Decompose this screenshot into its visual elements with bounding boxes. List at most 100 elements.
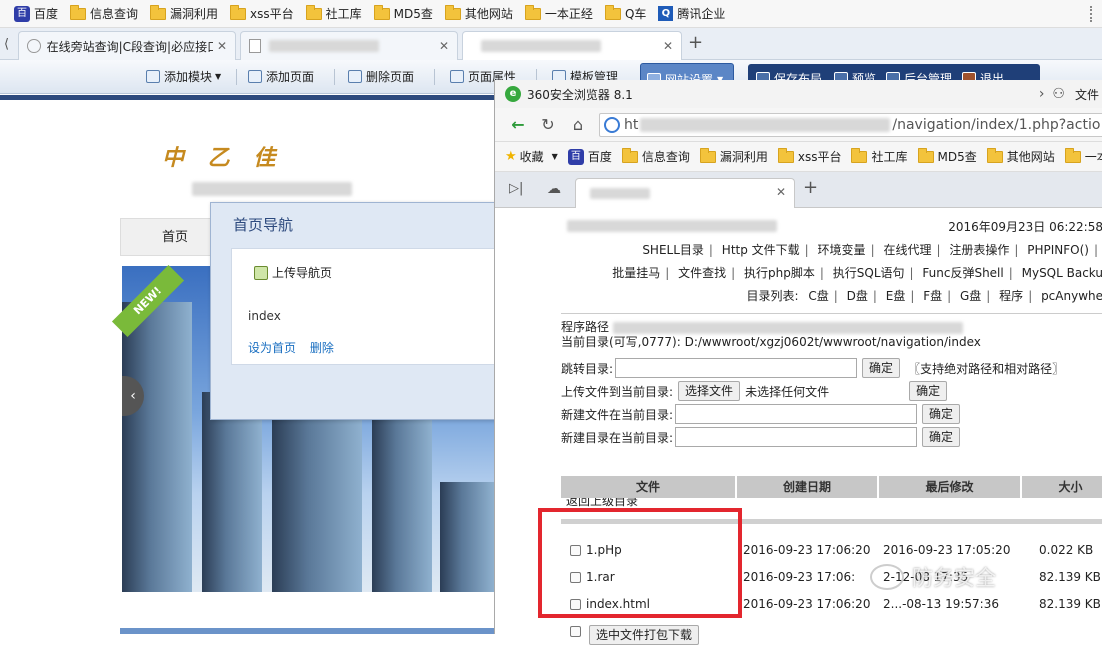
dialog-title: 首页导航 xyxy=(233,216,294,234)
url-input[interactable]: ht /navigation/index/1.php?actio xyxy=(599,113,1102,137)
col-header-created[interactable]: 创建日期 xyxy=(737,476,879,498)
menu-reverse-shell[interactable]: Func反弹Shell xyxy=(922,266,1003,280)
add-module-button[interactable]: 添加模块 ▼ xyxy=(146,68,221,85)
jump-confirm-button[interactable]: 确定 xyxy=(862,358,901,378)
folder-icon xyxy=(70,4,87,20)
shell-menu-row-1: SHELL目录 | Http 文件下载 | 环境变量 | 在线代理 | 注册表操作 | P… xyxy=(642,243,1098,257)
bookmark-md5[interactable]: MD5查 xyxy=(917,147,977,165)
col-header-file[interactable]: 文件 xyxy=(561,476,737,498)
bookmark-yibenzheng[interactable]: 一本正 xyxy=(1064,147,1102,165)
drive-list-label: 目录列表: xyxy=(746,289,799,303)
menu-http-download[interactable]: Http 文件下载 xyxy=(722,243,800,257)
menu-shell-dir[interactable]: SHELL目录 xyxy=(642,243,704,257)
close-icon[interactable]: ✕ xyxy=(217,39,227,53)
add-page-icon xyxy=(248,70,262,83)
upload-icon xyxy=(254,265,268,280)
bookmark-tencent[interactable]: Q 腾讯企业 xyxy=(658,5,725,22)
menu-batch-trojan[interactable]: 批量挂马 xyxy=(612,266,660,280)
bookmark-info-query[interactable]: 信息查询 xyxy=(70,4,138,22)
drive-g-link[interactable]: G盘 xyxy=(960,289,981,303)
drive-e-link[interactable]: E盘 xyxy=(886,289,906,303)
folder-icon xyxy=(986,147,1003,163)
tab-side-site-query[interactable]: 在线旁站查询|C段查询|必应接口 ✕ xyxy=(18,31,236,60)
file-menu[interactable]: 文件 xyxy=(1075,86,1099,103)
bookmark-md5[interactable]: MD5查 xyxy=(373,4,433,22)
browser-360-logo-icon: e xyxy=(505,86,521,102)
bookmark-sgk[interactable]: 社工库 xyxy=(305,4,362,22)
bookmark-xss[interactable]: xss平台 xyxy=(777,147,841,165)
new-tab-button[interactable]: + xyxy=(688,32,703,53)
new-file-confirm-button[interactable]: 确定 xyxy=(922,404,961,424)
menu-mysql-backup[interactable]: MySQL Backu xyxy=(1022,266,1102,280)
bookmark-other-sites[interactable]: 其他网站 xyxy=(444,4,513,22)
highlight-annotation-box xyxy=(538,508,742,618)
blurred-header-text xyxy=(567,220,777,232)
delete-link[interactable]: 删除 xyxy=(310,341,334,355)
bookmark-baidu[interactable]: 百百度 xyxy=(14,5,58,22)
bookmark-other-sites[interactable]: 其他网站 xyxy=(986,147,1055,165)
menu-phpinfo[interactable]: PHPINFO() xyxy=(1027,243,1089,257)
back-arrow-icon[interactable]: ← xyxy=(507,114,529,136)
delete-page-button[interactable]: 删除页面 xyxy=(348,68,414,85)
tab-scroll-left-icon[interactable]: ⟨ xyxy=(4,37,9,52)
menu-file-search[interactable]: 文件查找 xyxy=(678,266,726,280)
star-icon: ★ xyxy=(505,149,517,164)
bookmark-baidu[interactable]: 百百度 xyxy=(567,148,612,165)
menu-online-proxy[interactable]: 在线代理 xyxy=(883,243,931,257)
jump-dir-row: 跳转目录: 确定 〖支持绝对路径和相对路径〗 xyxy=(561,358,1064,378)
menu-exec-php[interactable]: 执行php脚本 xyxy=(744,266,815,280)
choose-file-button[interactable]: 选择文件 xyxy=(678,381,741,401)
favorites-button[interactable]: ★ 收藏 ▼ xyxy=(505,148,558,165)
upload-nav-page-link[interactable]: 上传导航页 xyxy=(254,264,332,281)
chevron-right-icon[interactable]: › xyxy=(1039,86,1045,102)
select-all-checkbox[interactable] xyxy=(570,626,581,637)
folder-icon xyxy=(150,4,167,20)
new-dir-input[interactable] xyxy=(675,427,918,447)
col-header-size[interactable]: 大小 xyxy=(1022,476,1102,498)
bookmark-info-query[interactable]: 信息查询 xyxy=(621,147,690,165)
drive-f-link[interactable]: F盘 xyxy=(923,289,942,303)
folder-icon xyxy=(777,147,794,163)
close-icon[interactable]: ✕ xyxy=(776,185,786,199)
bookmark-exploit[interactable]: 漏洞利用 xyxy=(699,147,768,165)
bookmark-qche[interactable]: Q车 xyxy=(604,4,646,22)
program-dir-link[interactable]: 程序 xyxy=(999,289,1023,303)
bookmark-yibenzhengjing[interactable]: 一本正经 xyxy=(524,4,593,22)
new-tab-button[interactable]: + xyxy=(803,177,818,198)
bookmark-sgk[interactable]: 社工库 xyxy=(851,147,908,165)
file-created: 2016-09-23 17:06: xyxy=(743,570,856,584)
refresh-icon[interactable]: ↻ xyxy=(537,114,559,136)
site-bottom-strip xyxy=(120,628,494,634)
inner-active-tab[interactable]: ✕ xyxy=(575,178,795,208)
pcanywhere-link[interactable]: pcAnywhe xyxy=(1041,289,1102,303)
jump-dir-input[interactable] xyxy=(615,358,858,378)
home-icon[interactable]: ⌂ xyxy=(567,114,589,136)
toolbar-divider xyxy=(236,69,237,85)
site-logo: 中 乙 佳 xyxy=(162,145,284,171)
drive-d-link[interactable]: D盘 xyxy=(847,289,868,303)
close-icon[interactable]: ✕ xyxy=(663,39,673,53)
set-home-link[interactable]: 设为首页 xyxy=(248,341,296,355)
col-header-modified[interactable]: 最后修改 xyxy=(879,476,1022,498)
tab-blurred-1[interactable]: ✕ xyxy=(240,31,458,60)
path-info: 程序路径 当前目录(可写,0777): D:/wwwroot/xgzj0602t… xyxy=(561,320,1102,350)
cloud-icon[interactable]: ☁ xyxy=(547,181,561,197)
file-created: 2016-09-23 17:06:20 xyxy=(743,543,871,557)
nav-page-item: index xyxy=(248,309,281,323)
tab-blurred-2[interactable]: ✕ xyxy=(462,31,682,60)
bookmark-exploit[interactable]: 漏洞利用 xyxy=(150,4,218,22)
new-dir-confirm-button[interactable]: 确定 xyxy=(922,427,961,447)
bookmark-xss[interactable]: xss平台 xyxy=(230,4,294,22)
overflow-menu-icon[interactable] xyxy=(1090,6,1094,22)
menu-registry[interactable]: 注册表操作 xyxy=(949,243,1009,257)
sidebar-toggle-icon[interactable]: ▷| xyxy=(509,181,523,196)
close-icon[interactable]: ✕ xyxy=(439,39,449,53)
pack-download-button[interactable]: 选中文件打包下载 xyxy=(589,625,700,645)
upload-confirm-button[interactable]: 确定 xyxy=(909,381,948,401)
user-icon[interactable]: ⚇ xyxy=(1052,86,1065,102)
menu-exec-sql[interactable]: 执行SQL语句 xyxy=(833,266,905,280)
drive-c-link[interactable]: C盘 xyxy=(808,289,828,303)
new-file-input[interactable] xyxy=(675,404,918,424)
add-page-button[interactable]: 添加页面 xyxy=(248,68,314,85)
menu-env-vars[interactable]: 环境变量 xyxy=(818,243,866,257)
